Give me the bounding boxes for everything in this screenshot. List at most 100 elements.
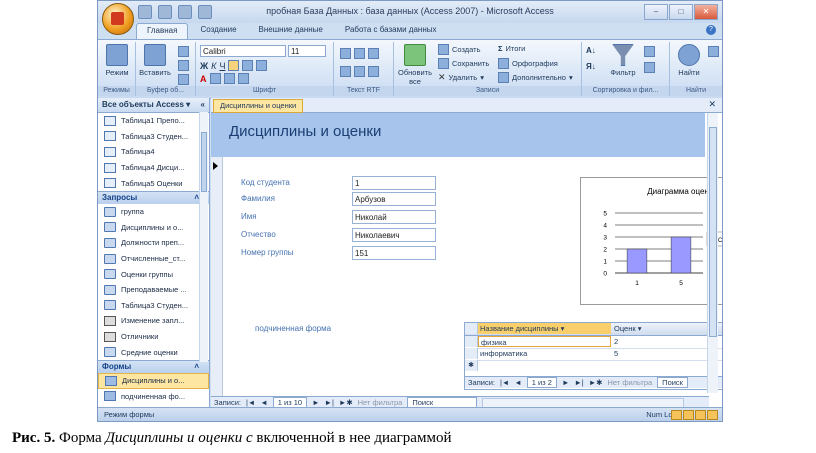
minimize-button[interactable]: ‒	[644, 4, 668, 20]
cut-button[interactable]	[178, 46, 189, 57]
nav-item-query[interactable]: Таблица3 Студен...	[98, 298, 209, 314]
nav-item-table[interactable]: Таблица4	[98, 144, 209, 160]
find-button[interactable]: Найти	[672, 44, 706, 77]
field-name[interactable]: Николай	[352, 210, 436, 224]
font-size-select[interactable]: 11	[288, 45, 326, 57]
nav-item-table[interactable]: Таблица4 Дисци...	[98, 160, 209, 176]
close-document-icon[interactable]: ✕	[708, 99, 716, 110]
nav-item-query[interactable]: Должности преп...	[98, 235, 209, 251]
datasheet-view-icon[interactable]	[683, 410, 694, 420]
new-record-nav-icon[interactable]: ►✱	[589, 377, 603, 389]
row-selector[interactable]	[465, 348, 478, 359]
new-record-button[interactable]: Создать	[438, 44, 481, 55]
nav-item-query[interactable]: Преподаваемые ...	[98, 282, 209, 298]
replace-button[interactable]	[708, 46, 719, 57]
highlight-icon[interactable]	[368, 66, 379, 77]
nav-item-query[interactable]: Дисциплины и о...	[98, 220, 209, 236]
form-view-icon[interactable]	[671, 410, 682, 420]
fill-color-icon[interactable]	[209, 73, 221, 84]
close-button[interactable]: ✕	[694, 4, 718, 20]
nav-section-forms[interactable]: Формы ˄	[98, 359, 209, 373]
nav-item-query[interactable]: группа	[98, 204, 209, 220]
sort-desc-button[interactable]: Я↓	[586, 62, 596, 71]
align-left-icon[interactable]	[228, 60, 240, 71]
nav-item-report[interactable]: Изменение запл...	[98, 313, 209, 329]
delete-record-button[interactable]: ✕ Удалить ▾	[438, 72, 484, 83]
field-surname[interactable]: Арбузов	[352, 192, 436, 206]
nav-scroll-thumb[interactable]	[201, 132, 207, 192]
tab-external-data[interactable]: Внешние данные	[249, 23, 333, 39]
horizontal-scrollbar[interactable]	[482, 397, 685, 408]
bullets-icon[interactable]	[340, 66, 351, 77]
nav-item-form[interactable]: Дисциплины и о...	[98, 372, 209, 389]
underline-icon[interactable]: Ч	[219, 61, 225, 71]
indent-icon[interactable]	[340, 48, 351, 59]
nav-item-table[interactable]: Таблица3 Студен...	[98, 129, 209, 145]
nav-item-report[interactable]: Отличники	[98, 329, 209, 345]
design-view-icon[interactable]	[707, 410, 718, 420]
more-button[interactable]: Дополнительно ▾	[498, 72, 573, 83]
nav-item-table[interactable]: Таблица1 Препо...	[98, 113, 209, 129]
form-scrollbar[interactable]	[707, 113, 718, 393]
form-scroll-thumb[interactable]	[709, 127, 717, 337]
select-all-corner[interactable]	[465, 323, 478, 334]
nav-item-query[interactable]: Отчисленные_ст...	[98, 251, 209, 267]
rtl-icon[interactable]	[368, 48, 379, 59]
cell-discipline[interactable]: физика	[478, 336, 611, 347]
cell-grade[interactable]: 5	[612, 348, 652, 359]
bold-icon[interactable]: Ж	[200, 61, 208, 71]
alternate-fill-icon[interactable]	[237, 73, 249, 84]
nav-item-query[interactable]: Оценки группы	[98, 266, 209, 282]
help-icon[interactable]: ?	[706, 25, 716, 35]
tab-database-tools[interactable]: Работа с базами данных	[335, 23, 447, 39]
refresh-all-button[interactable]: Обновить все	[396, 44, 434, 86]
cell-grade[interactable]: 2	[612, 336, 652, 347]
outdent-icon[interactable]	[354, 48, 365, 59]
field-group-number[interactable]: 151	[352, 246, 436, 260]
nav-item-form[interactable]: подчиненная фо...	[98, 389, 209, 405]
field-patronymic[interactable]: Николаевич	[352, 228, 436, 242]
nav-section-queries[interactable]: Запросы ˄	[98, 190, 209, 204]
font-color-icon[interactable]: A	[200, 74, 207, 84]
next-record-icon[interactable]: ►	[562, 377, 569, 389]
tab-create[interactable]: Создание	[190, 23, 246, 39]
filter-button[interactable]: Фильтр	[606, 44, 640, 77]
totals-button[interactable]: Σ Итоги	[498, 44, 525, 53]
record-selector[interactable]	[211, 157, 223, 397]
align-center-icon[interactable]	[242, 60, 254, 71]
nav-item-report[interactable]: Средние оценки	[98, 344, 209, 360]
filter-status[interactable]: Нет фильтра	[607, 377, 652, 389]
align-right-icon[interactable]	[256, 60, 268, 71]
collapse-pane-icon[interactable]: «	[201, 98, 205, 112]
chevron-down-icon[interactable]: ▾	[638, 324, 642, 333]
nav-scrollbar[interactable]	[199, 112, 208, 362]
numbering-icon[interactable]	[354, 66, 365, 77]
sort-asc-button[interactable]: A↓	[586, 46, 596, 55]
column-header-grade[interactable]: Оценк ▾	[612, 323, 652, 334]
field-student-id[interactable]: 1	[352, 176, 436, 190]
prev-record-icon[interactable]: ◄	[514, 377, 521, 389]
nav-pane-header[interactable]: Все объекты Access ▾ «	[98, 98, 209, 113]
nav-item-table[interactable]: Таблица5 Оценки	[98, 175, 209, 191]
format-painter-button[interactable]	[178, 74, 189, 85]
view-button[interactable]: Режим	[100, 44, 134, 77]
first-record-icon[interactable]: |◄	[500, 377, 509, 389]
save-record-button[interactable]: Сохранить	[438, 58, 489, 69]
italic-icon[interactable]: К	[211, 61, 216, 71]
gridlines-icon[interactable]	[223, 73, 235, 84]
maximize-button[interactable]: □	[669, 4, 693, 20]
office-button[interactable]	[102, 3, 134, 35]
copy-button[interactable]	[178, 60, 189, 71]
tab-home[interactable]: Главная	[136, 23, 189, 39]
row-selector[interactable]	[465, 336, 478, 347]
spelling-button[interactable]: Орфография	[498, 58, 558, 69]
advanced-filter-button[interactable]	[644, 62, 655, 73]
cell-discipline[interactable]: информатика	[478, 348, 611, 359]
record-position[interactable]: 1 из 2	[526, 377, 557, 388]
selection-filter-button[interactable]	[644, 46, 655, 57]
layout-view-icon[interactable]	[695, 410, 706, 420]
grades-chart[interactable]: Диаграмма оценок01234515Сумма_Оценки	[580, 177, 722, 305]
font-name-select[interactable]: Calibri	[200, 45, 286, 57]
chevron-down-icon[interactable]: ▾	[561, 324, 565, 333]
last-record-icon[interactable]: ►|	[574, 377, 583, 389]
